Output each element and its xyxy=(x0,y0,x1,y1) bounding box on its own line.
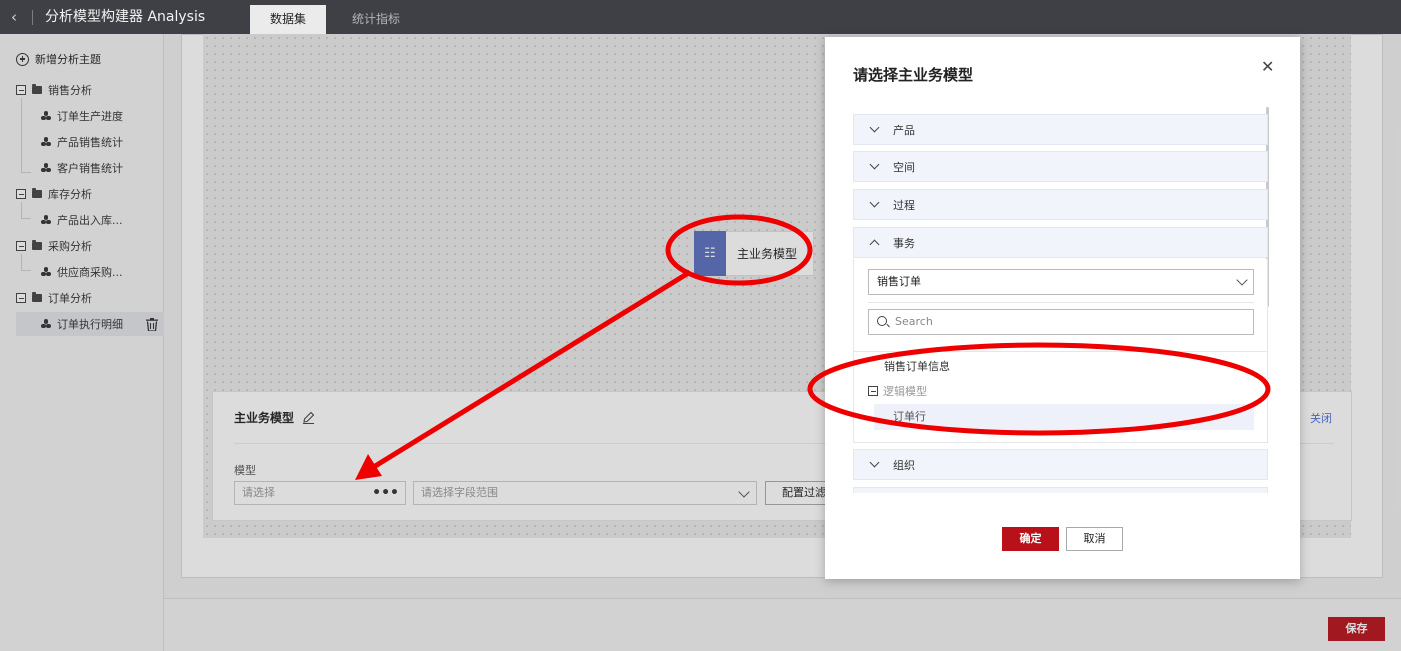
chevron-down-icon xyxy=(869,122,880,133)
accordion-space[interactable]: 空间 xyxy=(853,151,1268,182)
accordion-process[interactable]: 过程 xyxy=(853,189,1268,220)
tree-option-selected[interactable]: 订单行 xyxy=(874,404,1254,430)
accordion-label: 事务 xyxy=(893,236,915,250)
dialog-title: 请选择主业务模型 xyxy=(853,66,974,84)
business-object-select[interactable]: 销售订单 xyxy=(868,269,1254,295)
select-value: 销售订单 xyxy=(877,275,921,288)
search-input[interactable]: Search xyxy=(868,309,1254,335)
divider xyxy=(32,10,33,25)
tab-dataset[interactable]: 数据集 xyxy=(250,5,326,34)
close-icon[interactable]: ✕ xyxy=(1261,57,1274,76)
accordion-label: 产品 xyxy=(893,123,915,137)
tree-group-logical-model[interactable]: 逻辑模型 xyxy=(868,383,927,399)
accordion-label: 组织 xyxy=(893,458,915,472)
search-placeholder: Search xyxy=(895,315,933,328)
chevron-up-icon xyxy=(869,239,880,250)
accordion-next-partial xyxy=(853,487,1268,493)
tree-group-label: 逻辑模型 xyxy=(883,385,927,398)
chevron-down-icon xyxy=(1236,274,1248,286)
top-bar: ‹ 分析模型构建器 Analysis 数据集 统计指标 xyxy=(0,0,1401,34)
cancel-button[interactable]: 取消 xyxy=(1066,527,1123,551)
chevron-down-icon xyxy=(869,159,880,170)
app-title: 分析模型构建器 Analysis xyxy=(45,9,206,25)
tree-option[interactable]: 销售订单信息 xyxy=(884,358,950,374)
accordion-product[interactable]: 产品 xyxy=(853,114,1268,145)
tab-metrics[interactable]: 统计指标 xyxy=(338,5,414,34)
chevron-down-icon xyxy=(869,197,880,208)
confirm-button[interactable]: 确定 xyxy=(1002,527,1059,551)
chevron-down-icon xyxy=(869,457,880,468)
accordion-transaction[interactable]: 事务 xyxy=(853,227,1268,258)
collapse-icon[interactable] xyxy=(868,386,878,396)
chevron-left-icon[interactable]: ‹ xyxy=(11,8,17,26)
search-icon xyxy=(877,316,887,326)
accordion-organization[interactable]: 组织 xyxy=(853,449,1268,480)
divider xyxy=(854,351,1267,352)
select-main-model-dialog: 请选择主业务模型 ✕ 产品 空间 过程 事务 销售订单 Search 销售订单信… xyxy=(825,37,1300,579)
accordion-label: 过程 xyxy=(893,198,915,212)
accordion-label: 空间 xyxy=(893,160,915,174)
divider xyxy=(868,302,1254,303)
transaction-panel: 销售订单 Search 销售订单信息 逻辑模型 订单行 xyxy=(853,259,1268,443)
